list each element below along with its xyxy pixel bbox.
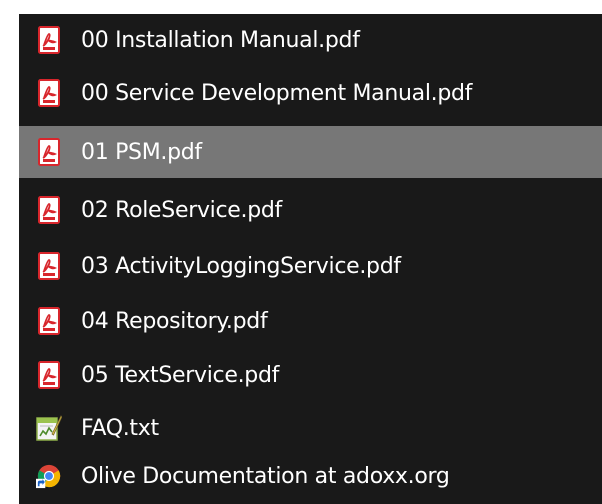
list-item-label: 00 Service Development Manual.pdf [81,80,473,106]
start-menu-folder-list: 00 Installation Manual.pdf 00 Service De… [19,14,602,504]
list-item-label: 05 TextService.pdf [81,362,280,388]
pdf-file-icon [36,137,62,167]
list-item-psm[interactable]: 01 PSM.pdf [19,126,602,178]
pdf-file-icon [36,78,62,108]
list-item-label: FAQ.txt [81,415,159,441]
list-item-label: 00 Installation Manual.pdf [81,27,360,53]
pdf-file-icon [36,251,62,281]
pdf-file-icon [36,360,62,390]
pdf-file-icon [36,195,62,225]
list-item-service-development-manual[interactable]: 00 Service Development Manual.pdf [19,67,602,119]
list-item-repository[interactable]: 04 Repository.pdf [19,295,602,347]
pdf-file-icon [36,25,62,55]
chrome-shortcut-icon [36,461,62,491]
list-item-role-service[interactable]: 02 RoleService.pdf [19,184,602,236]
list-item-label: 02 RoleService.pdf [81,197,282,223]
list-item-label: Olive Documentation at adoxx.org [81,463,450,489]
list-item-text-service[interactable]: 05 TextService.pdf [19,349,602,401]
list-item-label: 01 PSM.pdf [81,139,202,165]
list-item-installation-manual[interactable]: 00 Installation Manual.pdf [19,14,602,66]
list-item-olive-documentation[interactable]: Olive Documentation at adoxx.org [19,450,602,502]
list-item-label: 03 ActivityLoggingService.pdf [81,253,401,279]
pdf-file-icon [36,306,62,336]
list-item-label: 04 Repository.pdf [81,308,268,334]
list-item-activity-logging-service[interactable]: 03 ActivityLoggingService.pdf [19,240,602,292]
list-item-faq[interactable]: FAQ.txt [19,402,602,454]
screenshot-canvas: 00 Installation Manual.pdf 00 Service De… [0,0,602,504]
text-file-icon [36,413,62,443]
